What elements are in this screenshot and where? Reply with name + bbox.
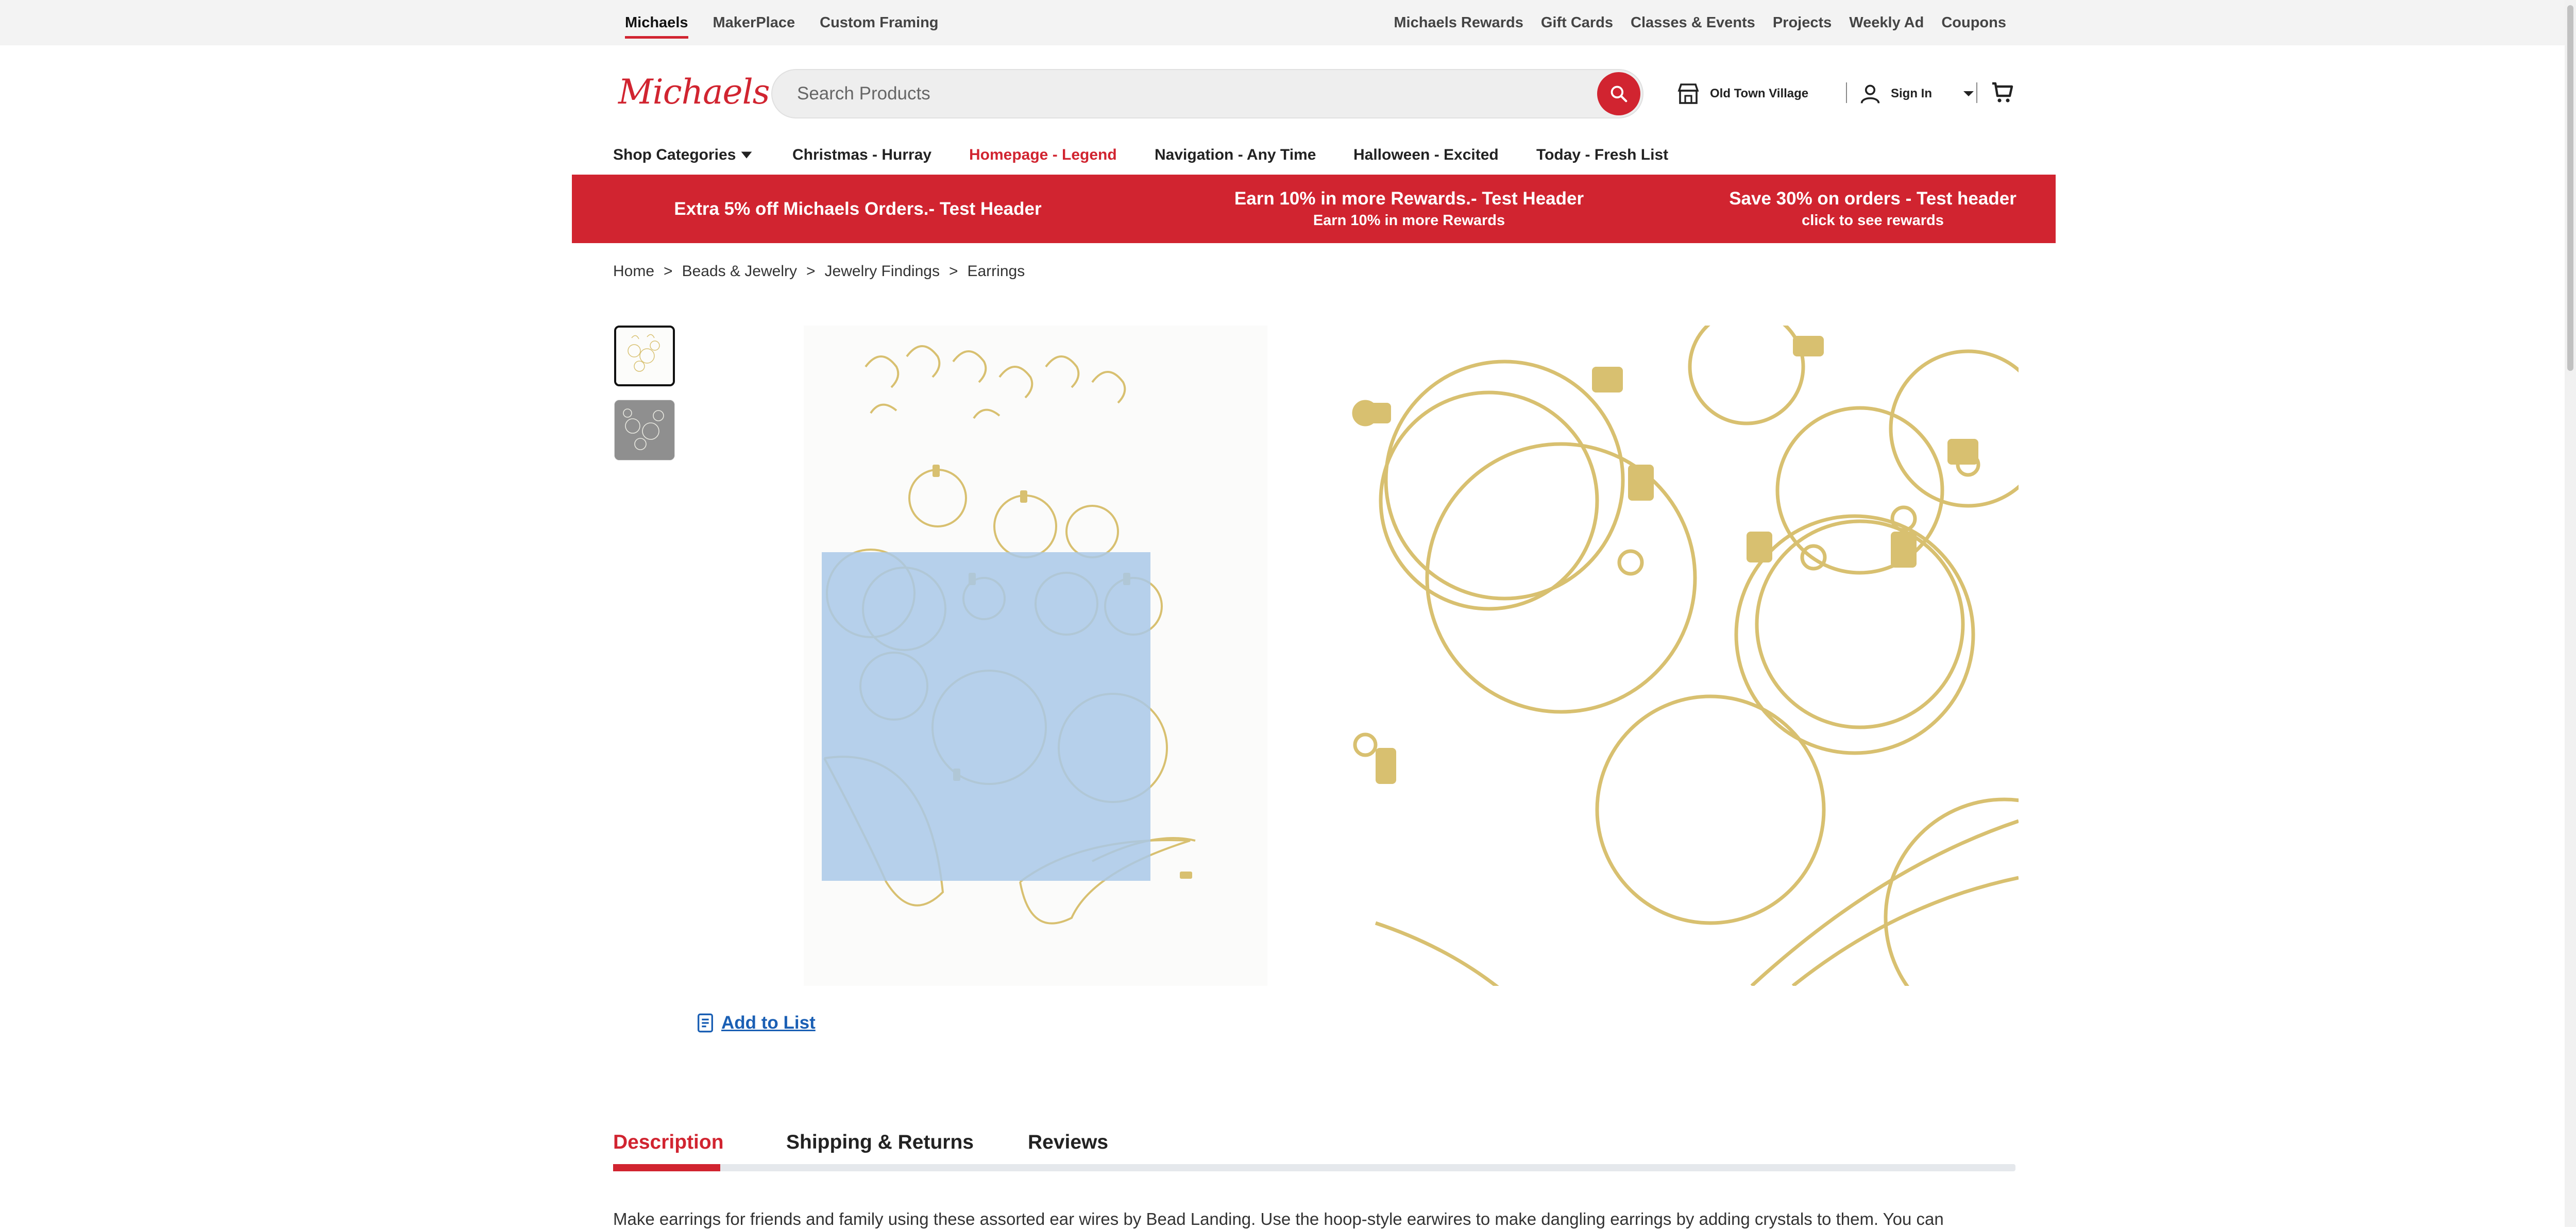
user-icon xyxy=(1860,84,1880,104)
sign-in-menu[interactable]: Sign In xyxy=(1859,79,1977,108)
projects-link[interactable]: Projects xyxy=(1773,14,1832,31)
promo-item[interactable]: Save 30% on orders - Test header click t… xyxy=(1690,175,2056,243)
promo-banner: Extra 5% off Michaels Orders.- Test Head… xyxy=(572,175,2056,243)
zoom-lens-highlight xyxy=(822,552,1150,881)
product-description: Make earrings for friends and family usi… xyxy=(613,1209,1944,1228)
coupons-link[interactable]: Coupons xyxy=(1941,14,2006,31)
tab-description[interactable]: Description xyxy=(613,1131,724,1154)
search-bar xyxy=(771,69,1643,118)
nav-homepage[interactable]: Homepage - Legend xyxy=(969,146,1117,164)
product-thumbnail[interactable] xyxy=(614,326,675,386)
search-icon xyxy=(1611,86,1628,103)
product-tabs: Description Shipping & Returns Reviews xyxy=(613,1131,2015,1174)
nav-halloween[interactable]: Halloween - Excited xyxy=(1353,146,1499,164)
promo-headline: Extra 5% off Michaels Orders.- Test Head… xyxy=(674,198,1042,219)
nav-today[interactable]: Today - Fresh List xyxy=(1536,146,1668,164)
thumbnail-image xyxy=(615,400,674,460)
page-scrollbar[interactable] xyxy=(2565,0,2576,1227)
scrollbar-thumb[interactable] xyxy=(2567,5,2573,371)
product-image-zoom xyxy=(1340,326,2019,986)
utility-left-links: Michaels MakerPlace Custom Framing xyxy=(625,0,939,45)
category-nav: Shop Categories Christmas - Hurray Homep… xyxy=(0,141,2576,175)
thumbnail-image xyxy=(616,328,673,384)
classes-events-link[interactable]: Classes & Events xyxy=(1631,14,1755,31)
promo-subtext: click to see rewards xyxy=(1802,212,1944,229)
makerplace-link[interactable]: MakerPlace xyxy=(713,14,795,31)
cart-icon xyxy=(1992,82,2013,103)
breadcrumb-jewelry-findings[interactable]: Jewelry Findings xyxy=(825,263,940,280)
promo-headline: Save 30% on orders - Test header xyxy=(1729,189,2016,209)
header-divider xyxy=(1846,82,1847,103)
tab-reviews[interactable]: Reviews xyxy=(1028,1131,1108,1154)
breadcrumb-separator: > xyxy=(948,263,958,280)
breadcrumb: Home > Beads & Jewelry > Jewelry Finding… xyxy=(613,263,1025,280)
store-icon xyxy=(1677,83,1699,104)
promo-item[interactable]: Earn 10% in more Rewards.- Test Header E… xyxy=(1066,175,1752,243)
nav-navigation[interactable]: Navigation - Any Time xyxy=(1155,146,1316,164)
cart-button[interactable] xyxy=(1990,80,2015,108)
caret-down-icon xyxy=(741,151,752,159)
custom-framing-link[interactable]: Custom Framing xyxy=(820,14,938,31)
promo-item[interactable]: Extra 5% off Michaels Orders.- Test Head… xyxy=(572,175,1144,243)
search-button[interactable] xyxy=(1597,72,1640,115)
sign-in-label: Sign In xyxy=(1891,87,1932,100)
promo-subtext: Earn 10% in more Rewards xyxy=(1313,212,1505,229)
product-thumbnail[interactable] xyxy=(614,400,675,460)
header-divider xyxy=(1976,82,1977,103)
add-to-list-button[interactable]: Add to List xyxy=(697,1013,816,1033)
shop-categories-menu[interactable]: Shop Categories xyxy=(613,146,753,164)
weekly-ad-link[interactable]: Weekly Ad xyxy=(1849,14,1924,31)
michaels-logo[interactable]: Michaels xyxy=(618,72,770,112)
breadcrumb-current: Earrings xyxy=(967,263,1025,280)
site-header: Michaels Old Town Village Sign In xyxy=(0,45,2576,141)
search-input[interactable] xyxy=(797,70,1570,117)
tab-track xyxy=(613,1164,2015,1171)
michaels-rewards-link[interactable]: Michaels Rewards xyxy=(1394,14,1523,31)
utility-bar: Michaels MakerPlace Custom Framing Micha… xyxy=(0,0,2576,45)
breadcrumb-beads-jewelry[interactable]: Beads & Jewelry xyxy=(682,263,797,280)
nav-christmas[interactable]: Christmas - Hurray xyxy=(792,146,931,164)
utility-right-links: Michaels Rewards Gift Cards Classes & Ev… xyxy=(1394,0,2006,45)
promo-headline: Earn 10% in more Rewards.- Test Header xyxy=(1234,189,1584,209)
store-selector[interactable]: Old Town Village xyxy=(1676,79,1808,108)
chevron-down-icon xyxy=(1963,91,1974,96)
tab-active-indicator xyxy=(613,1164,720,1171)
earwires-zoom-image xyxy=(1340,326,2019,986)
list-icon xyxy=(698,1013,713,1033)
add-to-list-label: Add to List xyxy=(721,1013,816,1033)
breadcrumb-separator: > xyxy=(806,263,816,280)
breadcrumb-home[interactable]: Home xyxy=(613,263,654,280)
tab-shipping-returns[interactable]: Shipping & Returns xyxy=(786,1131,974,1154)
store-name: Old Town Village xyxy=(1710,87,1809,100)
gift-cards-link[interactable]: Gift Cards xyxy=(1541,14,1613,31)
michaels-site-link[interactable]: Michaels xyxy=(625,14,688,39)
shop-categories-label: Shop Categories xyxy=(613,146,736,163)
breadcrumb-separator: > xyxy=(664,263,673,280)
